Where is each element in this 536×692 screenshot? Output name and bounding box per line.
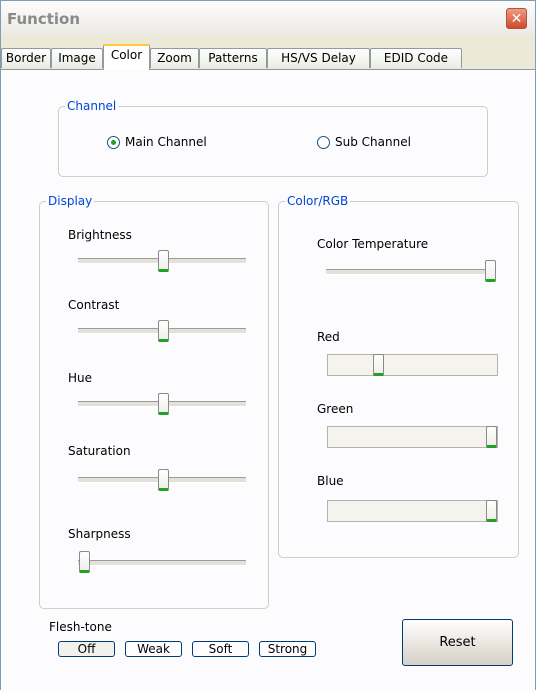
green-slider-thumb[interactable] — [486, 426, 497, 448]
close-button[interactable]: ✕ — [506, 8, 527, 29]
green-label: Green — [317, 402, 354, 416]
sharpness-slider-track[interactable] — [78, 560, 246, 566]
tab-zoom[interactable]: Zoom — [150, 48, 199, 68]
contrast-label: Contrast — [68, 298, 120, 312]
title-bar[interactable]: Function ✕ — [1, 1, 535, 35]
hue-label: Hue — [68, 371, 93, 385]
flesh-tone-label: Flesh-tone — [49, 620, 112, 634]
blue-label: Blue — [317, 474, 344, 488]
saturation-label: Saturation — [68, 444, 131, 458]
sub-channel-radio[interactable]: Sub Channel — [317, 135, 411, 149]
brightness-label: Brightness — [68, 228, 132, 242]
flesh-tone-soft-button[interactable]: Soft — [192, 641, 249, 657]
blue-slider-thumb[interactable] — [486, 500, 497, 522]
reset-button[interactable]: Reset — [402, 619, 513, 666]
tab-patterns[interactable]: Patterns — [199, 48, 267, 68]
saturation-slider-thumb[interactable] — [158, 469, 169, 491]
color-temperature-slider-track[interactable] — [326, 269, 496, 275]
main-channel-label: Main Channel — [125, 135, 207, 149]
radio-selected-icon — [107, 135, 120, 149]
display-legend: Display — [48, 194, 93, 208]
tab-color[interactable]: Color — [103, 44, 150, 70]
close-icon: ✕ — [510, 10, 523, 27]
contrast-slider-thumb[interactable] — [158, 320, 169, 342]
tab-image[interactable]: Image — [51, 48, 103, 68]
blue-slider-track[interactable] — [327, 500, 498, 522]
color-rgb-legend: Color/RGB — [287, 194, 349, 208]
red-slider-track[interactable] — [327, 354, 498, 376]
sub-channel-label: Sub Channel — [335, 135, 411, 149]
main-channel-radio[interactable]: Main Channel — [107, 135, 207, 149]
function-window: Function ✕ Border Image Color Zoom Patte… — [0, 0, 536, 692]
sharpness-label: Sharpness — [68, 527, 131, 541]
hue-slider-thumb[interactable] — [158, 393, 169, 415]
color-temperature-label: Color Temperature — [317, 237, 429, 251]
tab-edid-code[interactable]: EDID Code — [370, 48, 462, 68]
color-temperature-slider-thumb[interactable] — [485, 260, 496, 282]
radio-unselected-icon — [317, 135, 330, 149]
window-title: Function — [7, 10, 81, 28]
red-slider-thumb[interactable] — [373, 354, 384, 376]
flesh-tone-off-button[interactable]: Off — [58, 641, 115, 657]
sharpness-slider-thumb[interactable] — [79, 551, 90, 573]
red-label: Red — [317, 330, 340, 344]
brightness-slider-thumb[interactable] — [158, 250, 169, 272]
tab-hsvs-delay[interactable]: HS/VS Delay — [267, 48, 370, 68]
tab-border[interactable]: Border — [1, 48, 51, 68]
flesh-tone-weak-button[interactable]: Weak — [125, 641, 182, 657]
tab-strip: Border Image Color Zoom Patterns HS/VS D… — [1, 44, 535, 70]
flesh-tone-strong-button[interactable]: Strong — [259, 641, 316, 657]
green-slider-track[interactable] — [327, 426, 498, 448]
channel-legend: Channel — [67, 99, 117, 113]
